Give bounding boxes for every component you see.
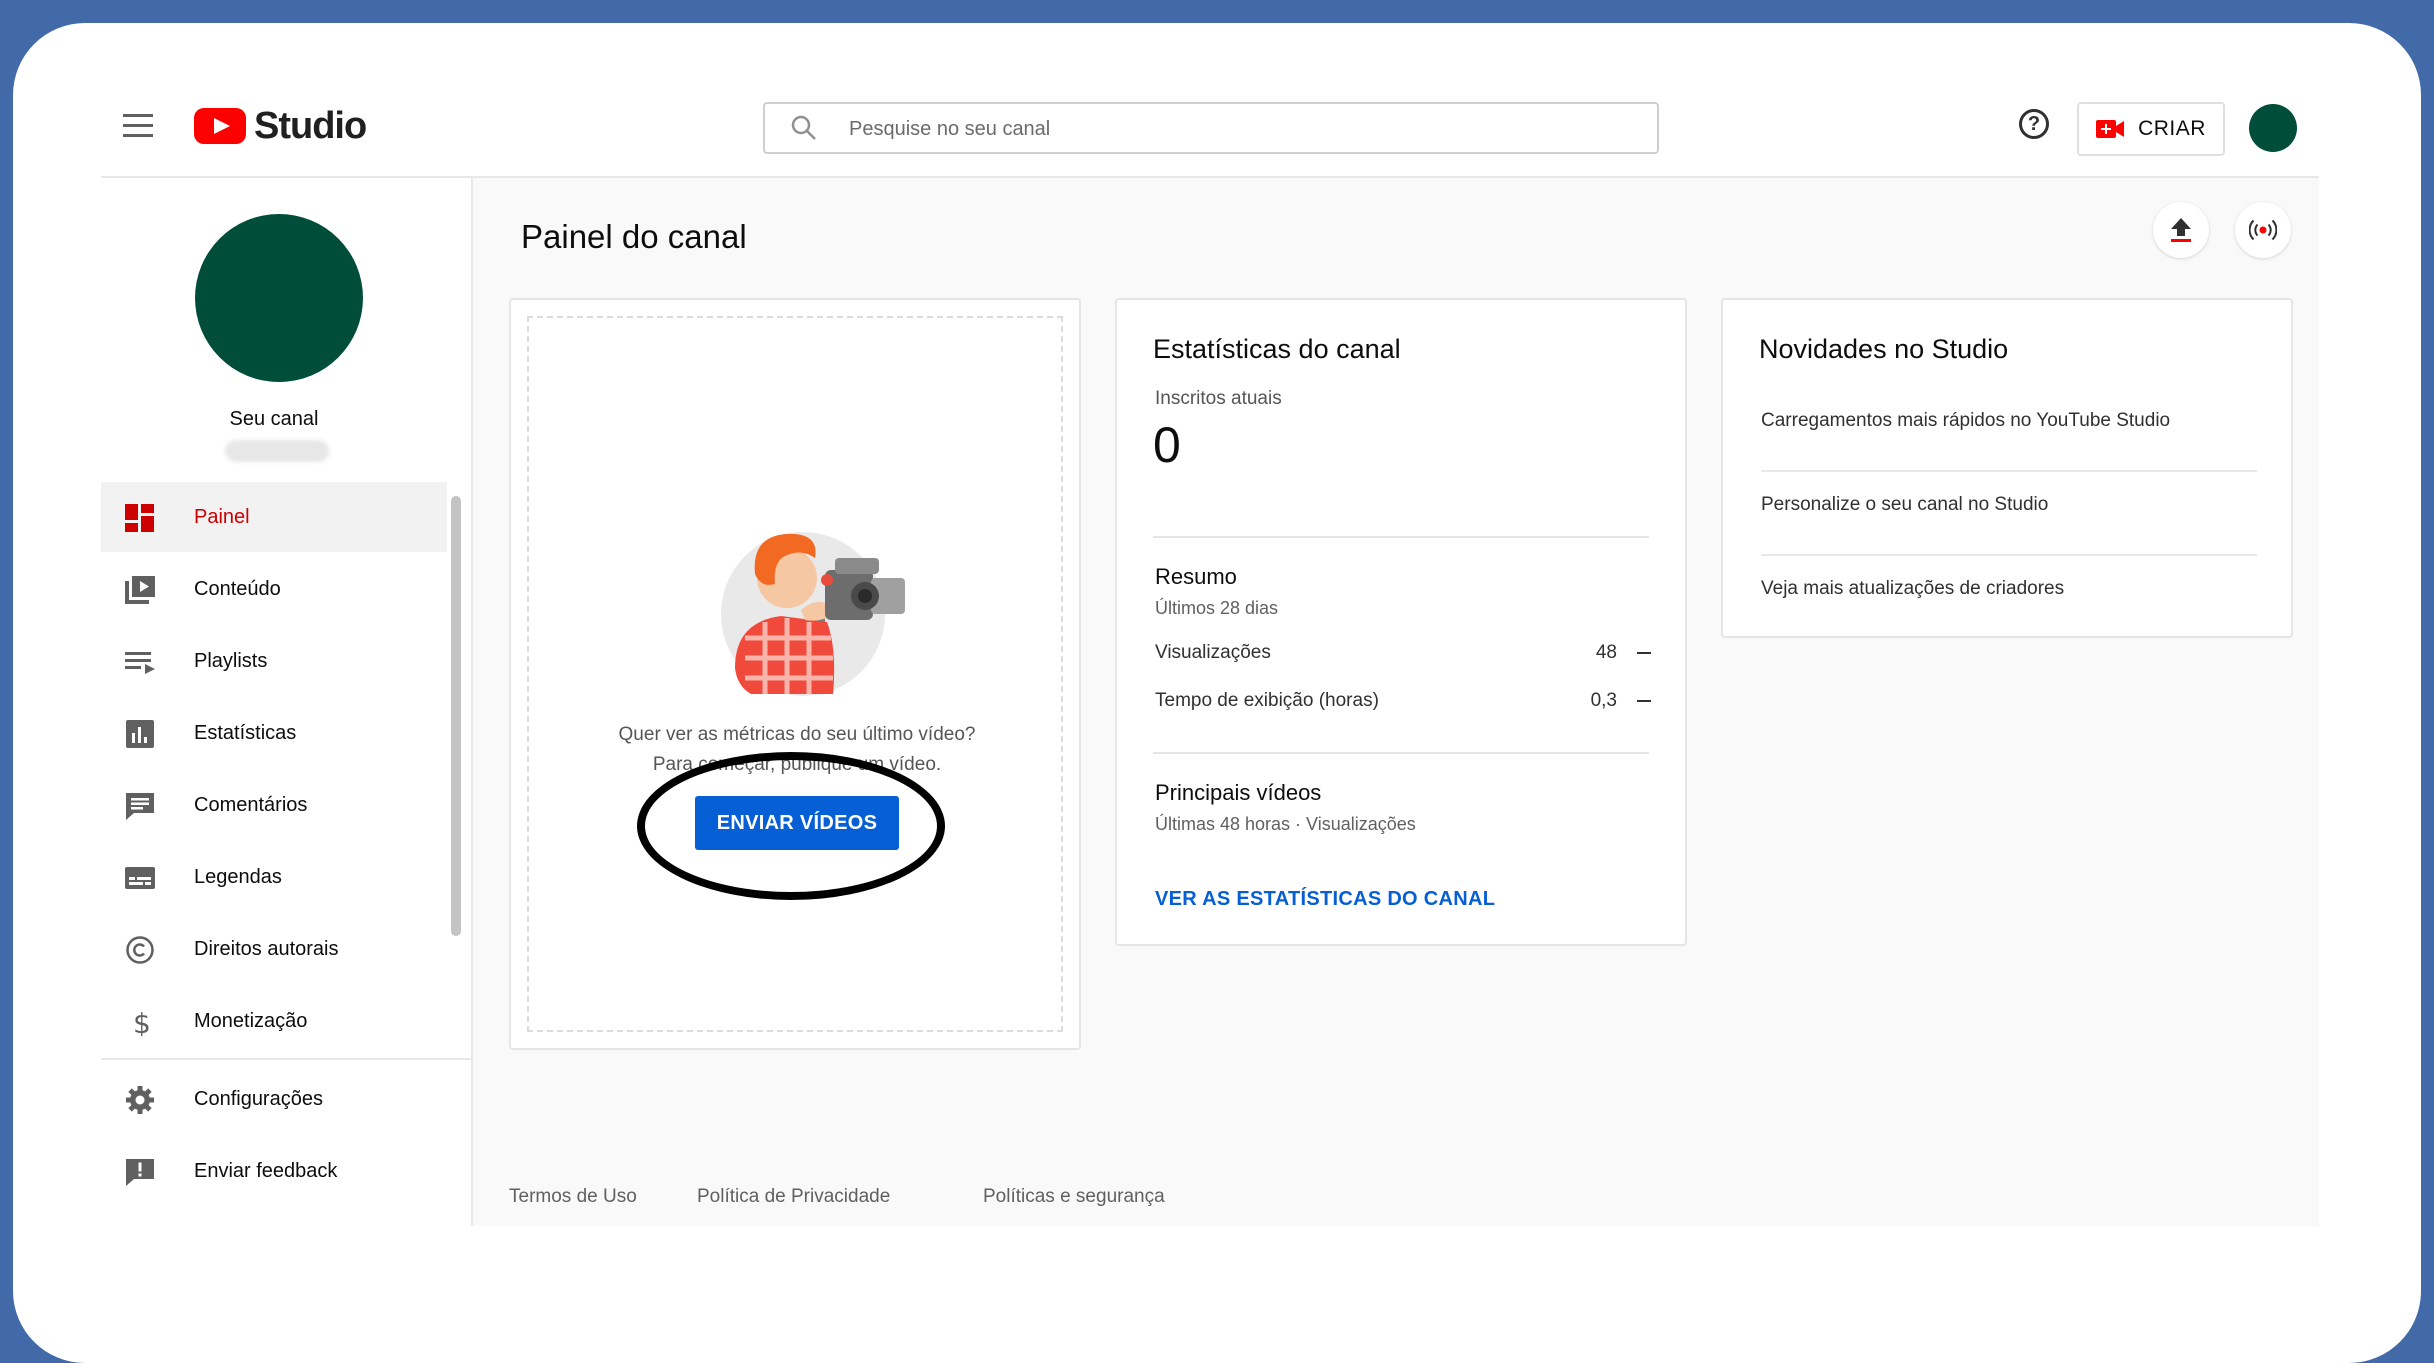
video-camera-icon [2096, 120, 2125, 138]
sidebar-item-label: Legendas [194, 865, 282, 888]
upload-prompt: Quer ver as métricas do seu último vídeo… [529, 720, 1065, 780]
sidebar-scrollbar[interactable] [451, 496, 461, 936]
upload-dropzone[interactable]: Quer ver as métricas do seu último vídeo… [527, 316, 1063, 1032]
youtube-play-icon [194, 108, 246, 144]
sidebar-item-label: Monetização [194, 1009, 308, 1032]
news-item-label: Personalize o seu canal no Studio [1761, 494, 2049, 515]
go-live-button[interactable] [2235, 202, 2291, 258]
top-videos-subtitle: Últimas 48 horas · Visualizações [1155, 814, 1416, 834]
search-icon [791, 115, 816, 140]
menu-icon[interactable] [123, 114, 153, 138]
sidebar-item-label: Configurações [194, 1087, 323, 1110]
search-input[interactable] [847, 104, 1631, 154]
upload-prompt-line1: Quer ver as métricas do seu último vídeo… [618, 724, 976, 745]
upload-icon [2171, 218, 2191, 242]
svg-text:$: $ [133, 1008, 151, 1036]
upload-card: Quer ver as métricas do seu último vídeo… [509, 298, 1081, 1050]
stats-card-title: Estatísticas do canal [1153, 334, 1401, 364]
studio-news-card: Novidades no Studio Carregamentos mais r… [1721, 298, 2293, 638]
sidebar-divider [101, 1058, 471, 1060]
summary-period: Últimos 28 dias [1155, 598, 1279, 618]
metric-label: Tempo de exibição (horas) [1155, 690, 1379, 711]
channel-stats-card: Estatísticas do canal Inscritos atuais 0… [1115, 298, 1687, 946]
studio-logo[interactable]: Studio [194, 104, 367, 148]
analytics-icon [126, 720, 154, 748]
search-box[interactable] [763, 102, 1659, 154]
metric-row-watch-time: Tempo de exibição (horas) 0,3 [1155, 690, 1651, 720]
metric-value: 0,3 [1590, 690, 1617, 711]
sidebar-item-legendas[interactable]: Legendas [101, 842, 447, 912]
news-item[interactable]: Veja mais atualizações de criadores [1761, 554, 2257, 638]
gear-icon [126, 1086, 154, 1114]
sidebar-item-label: Playlists [194, 649, 268, 672]
copyright-icon [126, 936, 154, 964]
create-label: CRIAR [2138, 117, 2206, 140]
trend-dash-icon [1637, 652, 1651, 654]
news-card-title: Novidades no Studio [1759, 334, 2009, 364]
help-icon[interactable]: ? [2019, 109, 2049, 139]
metric-label: Visualizações [1155, 642, 1271, 663]
sidebar: Seu canal Painel Conteúdo Playlists Esta… [101, 178, 473, 1226]
top-videos-title: Principais vídeos [1155, 780, 1322, 805]
sidebar-item-direitos-autorais[interactable]: Direitos autorais [101, 914, 447, 984]
sidebar-item-label: Conteúdo [194, 577, 281, 600]
view-channel-analytics-link[interactable]: VER AS ESTATÍSTICAS DO CANAL [1155, 888, 1495, 911]
upload-videos-button[interactable]: ENVIAR VÍDEOS [695, 796, 899, 850]
main-content: Painel do canal Quer ver as métricas do … [473, 178, 2319, 1226]
metric-value: 48 [1595, 642, 1617, 663]
news-item[interactable]: Personalize o seu canal no Studio [1761, 470, 2257, 556]
dashboard-icon [125, 504, 154, 532]
summary-title: Resumo [1155, 564, 1237, 589]
youtube-studio-app: Studio ? CRIAR Seu canal [101, 76, 2319, 1226]
metric-row-views: Visualizações 48 [1155, 642, 1651, 672]
news-item-label: Veja mais atualizações de criadores [1761, 578, 2065, 599]
sidebar-item-comentarios[interactable]: Comentários [101, 770, 447, 840]
divider [1153, 536, 1649, 538]
sidebar-item-monetizacao[interactable]: $ Monetização [101, 986, 447, 1056]
comments-icon [126, 793, 154, 820]
trend-dash-icon [1637, 700, 1651, 702]
divider [1153, 752, 1649, 754]
news-item-label: Carregamentos mais rápidos no YouTube St… [1761, 410, 2171, 431]
live-broadcast-icon [2249, 219, 2277, 241]
sidebar-item-label: Enviar feedback [194, 1159, 338, 1182]
camera-operator-illustration [721, 532, 905, 696]
footer-privacy-link[interactable]: Política de Privacidade [697, 1186, 890, 1208]
news-item[interactable]: Carregamentos mais rápidos no YouTube St… [1761, 386, 2257, 472]
dollar-icon: $ [133, 1008, 151, 1036]
upload-prompt-line2: Para começar, publique um vídeo. [652, 754, 942, 775]
content-icon [125, 576, 155, 604]
page-title: Painel do canal [521, 218, 747, 255]
playlist-icon [125, 652, 155, 674]
create-button[interactable]: CRIAR [2077, 102, 2225, 156]
logo-text: Studio [254, 104, 367, 147]
sidebar-item-enviar-feedback[interactable]: Enviar feedback [101, 1136, 447, 1206]
sidebar-item-conteudo[interactable]: Conteúdo [101, 554, 447, 624]
account-avatar[interactable] [2249, 104, 2297, 152]
feedback-icon [126, 1159, 154, 1186]
subscribers-count: 0 [1153, 417, 1181, 473]
top-bar: Studio ? CRIAR [101, 76, 2319, 178]
subscribers-label: Inscritos atuais [1155, 388, 1282, 409]
sidebar-item-label: Direitos autorais [194, 937, 339, 960]
channel-avatar[interactable] [195, 214, 363, 382]
channel-handle-blurred [225, 440, 329, 462]
sidebar-item-configuracoes[interactable]: Configurações [101, 1064, 447, 1134]
sidebar-item-playlists[interactable]: Playlists [101, 626, 447, 696]
footer-policies-link[interactable]: Políticas e segurança [983, 1186, 1165, 1208]
footer-terms-link[interactable]: Termos de Uso [509, 1186, 637, 1208]
sidebar-item-label: Estatísticas [194, 721, 297, 744]
subtitles-icon [125, 867, 155, 889]
channel-label: Seu canal [229, 408, 319, 430]
sidebar-item-estatisticas[interactable]: Estatísticas [101, 698, 447, 768]
sidebar-item-label: Painel [194, 505, 250, 528]
upload-button[interactable] [2153, 202, 2209, 258]
sidebar-item-label: Comentários [194, 793, 308, 816]
sidebar-item-painel[interactable]: Painel [101, 482, 447, 552]
